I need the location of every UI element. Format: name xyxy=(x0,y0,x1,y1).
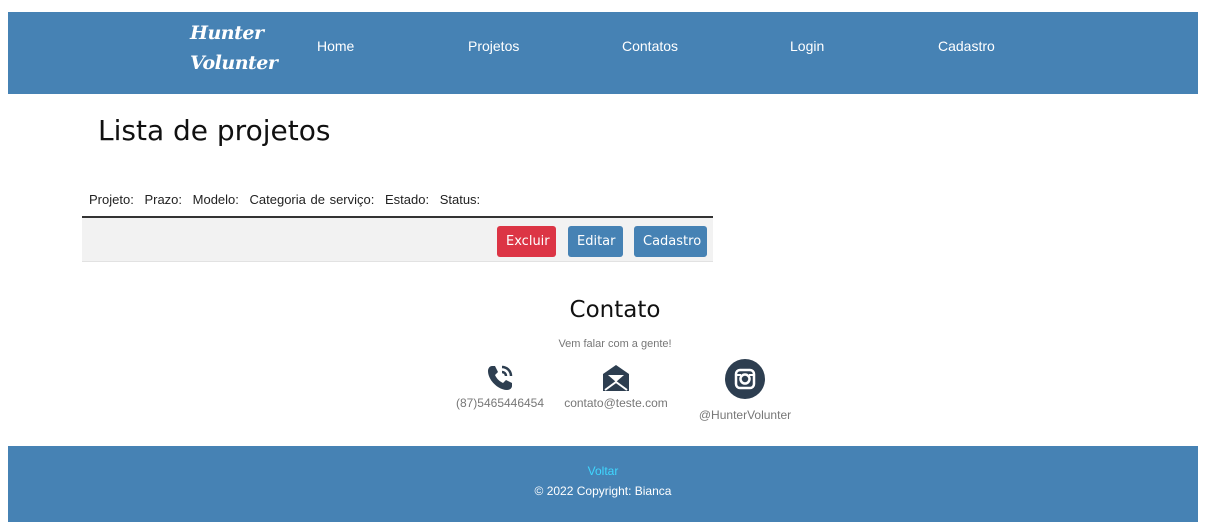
contact-subtitle: Vem falar com a gente! xyxy=(558,338,672,350)
register-button[interactable]: Cadastro xyxy=(634,226,707,257)
phone-number: (87)5465446454 xyxy=(455,396,545,410)
footer: Voltar © 2022 Copyright: Bianca xyxy=(8,446,1198,522)
contact-email[interactable]: contato@teste.com xyxy=(561,362,671,410)
navbar: Hunter Volunter Home Projetos Contatos L… xyxy=(8,12,1198,94)
delete-button[interactable]: Excluir xyxy=(497,226,556,257)
edit-button[interactable]: Editar xyxy=(568,226,623,257)
phone-icon xyxy=(488,365,513,390)
column-header-status: Status: xyxy=(439,192,481,207)
contact-title: Contato xyxy=(569,297,661,323)
back-link[interactable]: Voltar xyxy=(8,464,1198,478)
page-title: Lista de projetos xyxy=(98,114,331,147)
column-header-categoria: Categoria de serviço: xyxy=(249,192,375,207)
contact-phone: (87)5465446454 xyxy=(440,362,560,410)
nav-contatos[interactable]: Contatos xyxy=(622,38,678,54)
column-header-projeto: Projeto: xyxy=(89,192,134,207)
table-header: Projeto: Prazo: Modelo: Categoria de ser… xyxy=(89,192,486,207)
envelope-icon xyxy=(603,365,629,391)
instagram-handle[interactable]: @HunterVolunter xyxy=(690,408,800,422)
nav-login[interactable]: Login xyxy=(790,38,824,54)
column-header-prazo: Prazo: xyxy=(144,192,183,207)
nav-cadastro[interactable]: Cadastro xyxy=(938,38,995,54)
nav-projetos[interactable]: Projetos xyxy=(468,38,519,54)
brand-logo[interactable]: Hunter Volunter xyxy=(190,18,278,78)
contact-instagram[interactable]: @HunterVolunter xyxy=(690,358,800,422)
instagram-icon xyxy=(725,359,765,399)
copyright: © 2022 Copyright: Bianca xyxy=(534,484,672,498)
column-header-estado: Estado: xyxy=(384,192,430,207)
brand-line-2: Volunter xyxy=(190,52,278,74)
table-row: Excluir Editar Cadastro xyxy=(82,218,713,262)
brand-line-1: Hunter xyxy=(190,22,264,44)
email-address[interactable]: contato@teste.com xyxy=(561,396,671,410)
nav-home[interactable]: Home xyxy=(317,38,354,54)
column-header-modelo: Modelo: xyxy=(192,192,239,207)
